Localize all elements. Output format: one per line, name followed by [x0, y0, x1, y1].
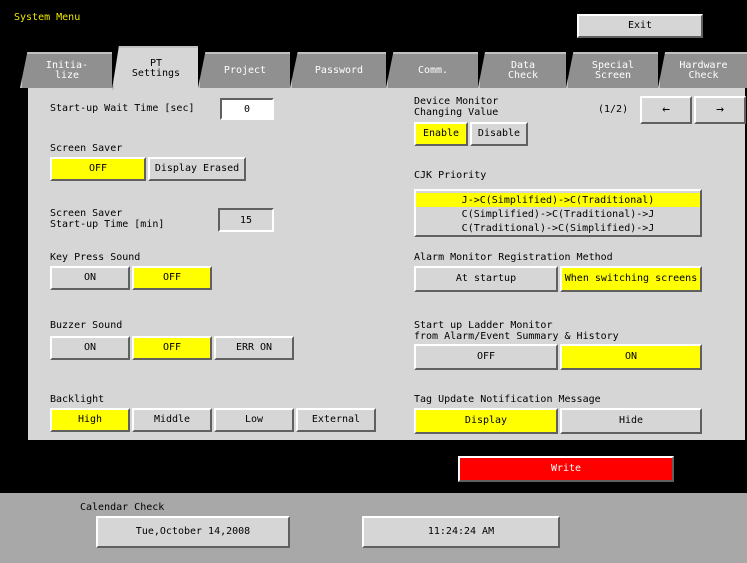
backlight-label: Backlight — [50, 394, 105, 405]
device-monitor-label: Device Monitor Changing Value — [414, 96, 499, 118]
calendar-date-button[interactable]: Tue,October 14,2008 — [96, 516, 290, 548]
backlight-middle-button[interactable]: Middle — [132, 408, 212, 432]
screen-saver-display-erased-button[interactable]: Display Erased — [148, 157, 246, 181]
startup-wait-input[interactable]: 0 — [220, 98, 274, 120]
backlight-high-button[interactable]: High — [50, 408, 130, 432]
key-press-off-button[interactable]: OFF — [132, 266, 212, 290]
cjk-option-traditional-first[interactable]: C(Traditional)->C(Simplified)->J — [416, 221, 700, 235]
next-page-button[interactable]: → — [694, 96, 746, 124]
buzzer-off-button[interactable]: OFF — [132, 336, 212, 360]
screen-saver-label: Screen Saver — [50, 143, 123, 154]
startup-wait-label: Start-up Wait Time [sec] — [50, 103, 195, 114]
ladder-monitor-on-button[interactable]: ON — [560, 344, 702, 370]
calendar-check-label: Calendar Check — [80, 502, 165, 513]
key-press-on-button[interactable]: ON — [50, 266, 130, 290]
tab-data-check[interactable]: Data Check — [478, 52, 566, 88]
backlight-external-button[interactable]: External — [296, 408, 376, 432]
write-button[interactable]: Write — [458, 456, 674, 482]
tab-password[interactable]: Password — [290, 52, 386, 88]
screen-saver-off-button[interactable]: OFF — [50, 157, 146, 181]
cjk-priority-list: J->C(Simplified)->C(Traditional) C(Simpl… — [414, 189, 702, 237]
alarm-monitor-label: Alarm Monitor Registration Method — [414, 252, 613, 263]
ladder-monitor-off-button[interactable]: OFF — [414, 344, 558, 370]
buzzer-on-button[interactable]: ON — [50, 336, 130, 360]
settings-panel — [28, 88, 745, 440]
key-press-sound-label: Key Press Sound — [50, 252, 141, 263]
cjk-option-j-first[interactable]: J->C(Simplified)->C(Traditional) — [416, 193, 700, 207]
window-title: System Menu — [14, 12, 81, 23]
backlight-low-button[interactable]: Low — [214, 408, 294, 432]
cjk-priority-label: CJK Priority — [414, 170, 487, 181]
tab-project[interactable]: Project — [198, 52, 290, 88]
panel-left-edge — [0, 88, 28, 440]
device-monitor-disable-button[interactable]: Disable — [470, 122, 528, 146]
tab-hardware-check[interactable]: Hardware Check — [658, 52, 747, 88]
alarm-at-startup-button[interactable]: At startup — [414, 266, 558, 292]
prev-page-button[interactable]: ← — [640, 96, 692, 124]
cjk-option-simplified-first[interactable]: C(Simplified)->C(Traditional)->J — [416, 207, 700, 221]
tag-update-hide-button[interactable]: Hide — [560, 408, 702, 434]
screen-saver-time-label: Screen Saver Start-up Time [min] — [50, 208, 165, 230]
page-indicator: (1/2) — [598, 104, 629, 115]
tab-initialize[interactable]: Initia-lize — [20, 52, 112, 88]
exit-button[interactable]: Exit — [577, 14, 703, 38]
tab-pt-settings[interactable]: PT Settings — [112, 46, 198, 90]
tag-update-label: Tag Update Notification Message — [414, 394, 601, 405]
tag-update-display-button[interactable]: Display — [414, 408, 558, 434]
tab-comm[interactable]: Comm. — [386, 52, 478, 88]
buzzer-err-on-button[interactable]: ERR ON — [214, 336, 294, 360]
screen-saver-time-field[interactable]: 15 — [218, 208, 274, 232]
calendar-time-button[interactable]: 11:24:24 AM — [362, 516, 560, 548]
buzzer-sound-label: Buzzer Sound — [50, 320, 123, 331]
alarm-when-switching-button[interactable]: When switching screens — [560, 266, 702, 292]
ladder-monitor-label: Start up Ladder Monitor from Alarm/Event … — [414, 320, 619, 342]
device-monitor-enable-button[interactable]: Enable — [414, 122, 468, 146]
tab-special-screen[interactable]: Special Screen — [566, 52, 658, 88]
